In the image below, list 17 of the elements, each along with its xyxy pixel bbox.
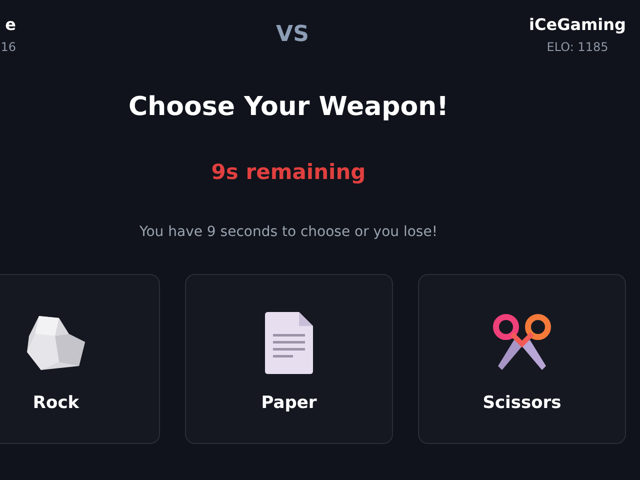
choice-label: Rock: [32, 392, 80, 414]
player-name: e: [5, 15, 16, 35]
versus-label: VS: [276, 22, 309, 48]
choice-card[interactable]: Paper: [185, 274, 393, 444]
scissors-icon: [493, 314, 551, 370]
instruction-text: You have 9 seconds to choose or you lose!: [140, 223, 438, 241]
choice-label: Paper: [261, 392, 317, 414]
document-icon: [265, 312, 313, 374]
choice-card[interactable]: Rock: [0, 274, 160, 444]
player-name: iCeGaming: [528, 15, 626, 35]
choice-card[interactable]: Scissors: [418, 274, 626, 444]
player-rating: ELO: 1185: [546, 39, 608, 55]
countdown-timer: 9s remaining: [211, 159, 366, 185]
player-rating: 16: [0, 39, 16, 55]
choice-label: Scissors: [482, 392, 562, 414]
rock-icon: [27, 316, 85, 370]
page-heading: Choose Your Weapon!: [128, 91, 448, 123]
